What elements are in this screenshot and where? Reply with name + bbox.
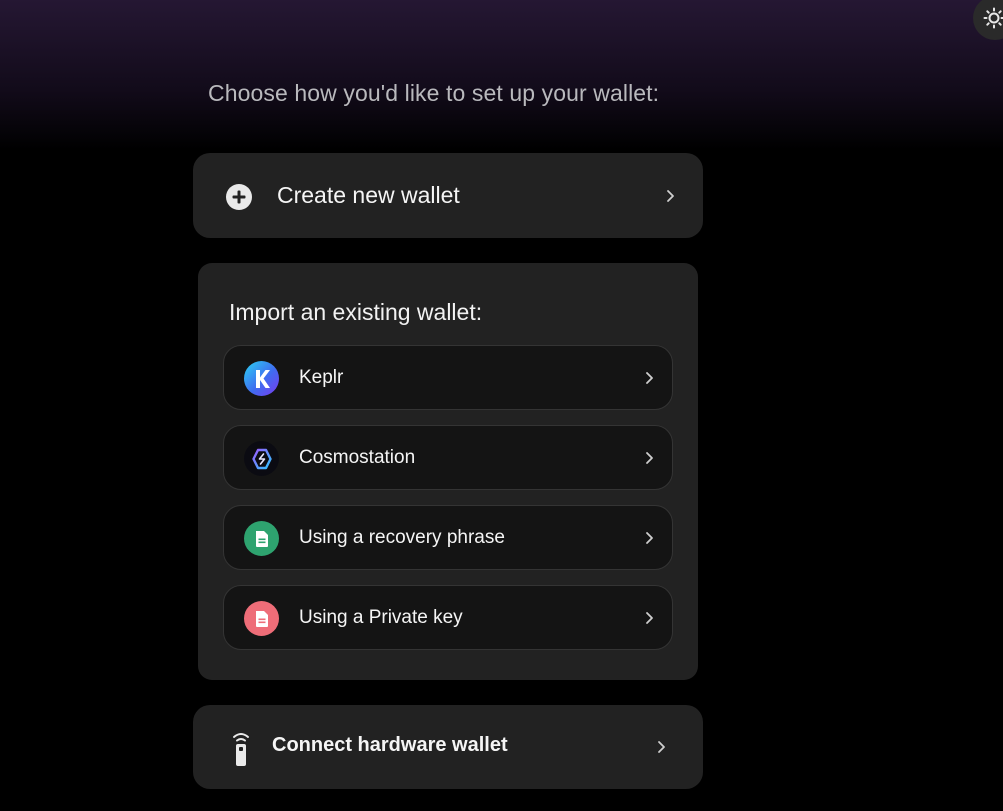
- keplr-logo-icon: [244, 361, 279, 396]
- chevron-right-icon: [646, 612, 653, 624]
- chevron-right-icon: [667, 190, 674, 202]
- theme-toggle-button[interactable]: [973, 0, 1003, 40]
- cosmostation-label: Cosmostation: [299, 447, 416, 468]
- private-key-label: Using a Private key: [299, 607, 463, 628]
- page-heading: Choose how you'd like to set up your wal…: [208, 80, 660, 106]
- import-private-key-button[interactable]: Using a Private key: [223, 585, 673, 650]
- import-wallet-panel: Import an existing wallet: Keplr Cosmost…: [198, 263, 698, 680]
- chevron-right-icon: [646, 372, 653, 384]
- recovery-phrase-label: Using a recovery phrase: [299, 527, 505, 548]
- import-keplr-button[interactable]: Keplr: [223, 345, 673, 410]
- keplr-label: Keplr: [299, 367, 344, 388]
- hardware-device-icon: [233, 733, 249, 766]
- document-icon: [244, 601, 279, 636]
- import-cosmostation-button[interactable]: Cosmostation: [223, 425, 673, 490]
- create-wallet-label: Create new wallet: [277, 182, 460, 208]
- sun-icon: [983, 7, 1003, 29]
- wallet-setup-page: Choose how you'd like to set up your wal…: [0, 0, 1003, 811]
- cosmostation-logo-icon: [244, 441, 279, 476]
- plus-circle-icon: [226, 184, 252, 210]
- document-icon: [244, 521, 279, 556]
- chevron-right-icon: [658, 741, 665, 753]
- chevron-right-icon: [646, 452, 653, 464]
- import-wallet-title: Import an existing wallet:: [229, 299, 483, 325]
- import-recovery-phrase-button[interactable]: Using a recovery phrase: [223, 505, 673, 570]
- create-new-wallet-button[interactable]: Create new wallet: [193, 153, 703, 238]
- hardware-wallet-label: Connect hardware wallet: [272, 734, 508, 756]
- chevron-right-icon: [646, 532, 653, 544]
- connect-hardware-wallet-button[interactable]: Connect hardware wallet: [193, 705, 703, 789]
